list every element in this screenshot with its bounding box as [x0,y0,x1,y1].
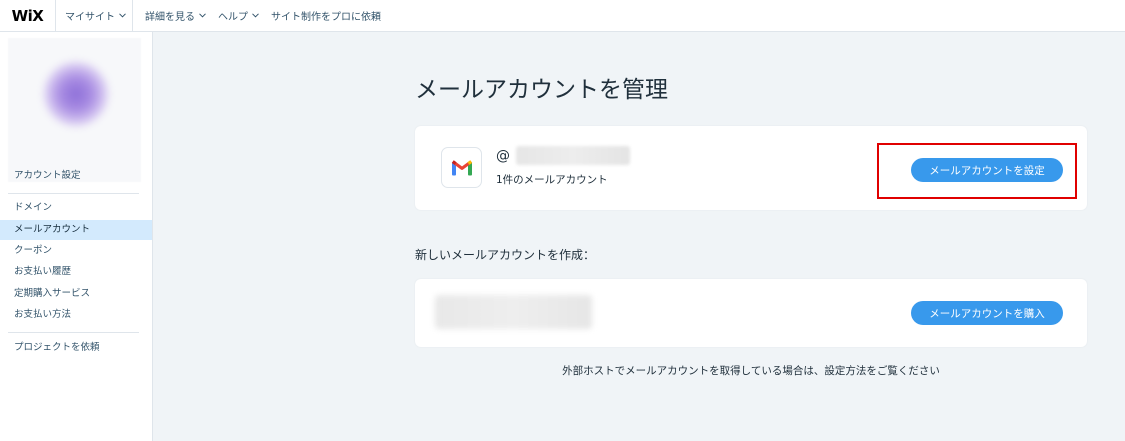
hire-pro-link[interactable]: サイト制作をプロに依頼 [265,0,387,32]
explore-label: 詳細を見る [145,12,195,23]
highlight-annotation [877,143,1077,199]
my-sites-menu[interactable]: マイサイト [56,0,133,32]
chevron-down-icon [119,13,126,18]
sidebar: アカウント設定 ドメイン メールアカウント クーポン お支払い履歴 定期購入サー… [0,32,153,441]
sidebar-item-payment-methods[interactable]: お支払い方法 [0,305,152,325]
wix-logo[interactable]: WiX [0,0,56,32]
gmail-icon [441,147,482,188]
redacted-domain [435,295,592,329]
sidebar-divider [8,332,139,333]
hire-pro-label: サイト制作をプロに依頼 [271,12,381,23]
explore-menu[interactable]: 詳細を見る [133,0,212,32]
create-mailbox-heading: 新しいメールアカウントを作成： [415,248,596,262]
buy-mailbox-button[interactable]: メールアカウントを購入 [911,301,1063,325]
sidebar-item-domains[interactable]: ドメイン [0,198,152,218]
chevron-down-icon [199,13,206,18]
sidebar-item-mailboxes[interactable]: メールアカウント [0,220,152,240]
sidebar-item-hire-project[interactable]: プロジェクトを依頼 [0,338,152,358]
create-mailbox-card: メールアカウントを購入 [415,279,1087,347]
sidebar-divider [8,193,139,194]
mailbox-count: 1件のメールアカウント [496,174,608,186]
top-bar: WiX マイサイト 詳細を見る ヘルプ サイト制作をプロに依頼 [0,0,1125,32]
mailbox-address: @ [496,146,630,165]
avatar [8,38,141,182]
page-title: メールアカウントを管理 [415,77,668,103]
redacted-email [516,146,630,165]
sidebar-item-billing-history[interactable]: お支払い履歴 [0,262,152,282]
email-at-sign: @ [496,147,510,164]
external-host-note: 外部ホストでメールアカウントを取得している場合は、設定方法をご覧ください [562,365,940,377]
sidebar-item-account-settings[interactable]: アカウント設定 [0,166,152,186]
help-menu[interactable]: ヘルプ [212,0,265,32]
my-sites-label: マイサイト [65,12,115,23]
sidebar-item-subscriptions[interactable]: 定期購入サービス [0,284,152,304]
chevron-down-icon [252,13,259,18]
sidebar-item-coupons[interactable]: クーポン [0,241,152,261]
avatar-image [44,62,108,126]
help-label: ヘルプ [218,12,248,23]
